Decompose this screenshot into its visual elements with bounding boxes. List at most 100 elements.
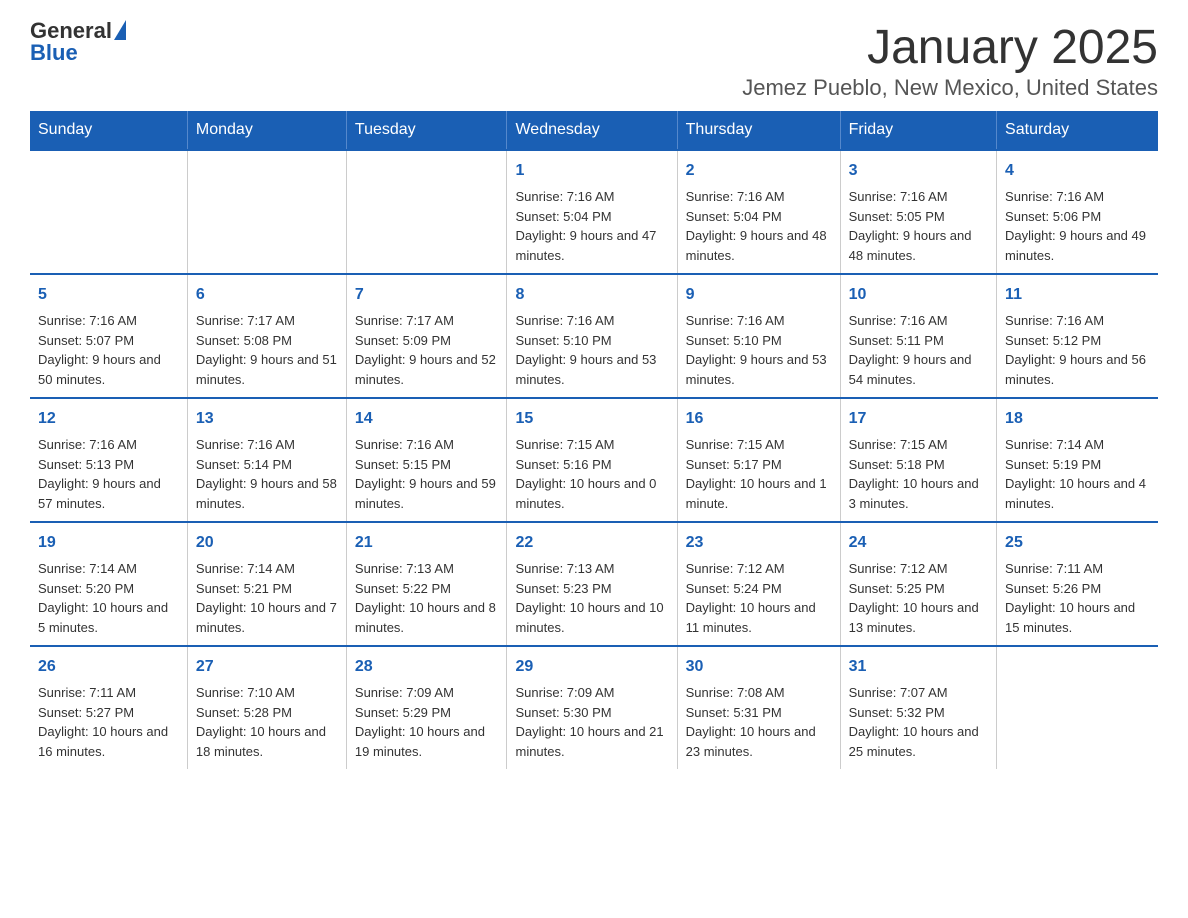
day-number: 10 (849, 283, 988, 307)
day-number: 5 (38, 283, 179, 307)
logo: General Blue (30, 20, 126, 64)
day-info: Sunrise: 7:12 AMSunset: 5:25 PMDaylight:… (849, 559, 988, 637)
calendar-table: SundayMondayTuesdayWednesdayThursdayFrid… (30, 111, 1158, 769)
day-number: 21 (355, 531, 499, 555)
day-number: 14 (355, 407, 499, 431)
day-of-week-header: Sunday (30, 111, 187, 150)
calendar-header-row: SundayMondayTuesdayWednesdayThursdayFrid… (30, 111, 1158, 150)
calendar-cell: 27 Sunrise: 7:10 AMSunset: 5:28 PMDayligh… (187, 646, 346, 769)
day-info: Sunrise: 7:13 AMSunset: 5:23 PMDaylight:… (515, 559, 668, 637)
calendar-cell: 1 Sunrise: 7:16 AMSunset: 5:04 PMDaylight… (507, 150, 677, 274)
day-number: 29 (515, 655, 668, 679)
day-info: Sunrise: 7:14 AMSunset: 5:19 PMDaylight:… (1005, 435, 1150, 513)
calendar-cell: 14 Sunrise: 7:16 AMSunset: 5:15 PMDayligh… (346, 398, 507, 522)
day-number: 30 (686, 655, 832, 679)
day-info: Sunrise: 7:16 AMSunset: 5:11 PMDaylight:… (849, 311, 988, 389)
calendar-cell: 16 Sunrise: 7:15 AMSunset: 5:17 PMDayligh… (677, 398, 840, 522)
day-number: 23 (686, 531, 832, 555)
calendar-cell: 23Sunrise: 7:12 AMSunset: 5:24 PMDayligh… (677, 522, 840, 646)
calendar-cell: 9Sunrise: 7:16 AMSunset: 5:10 PMDaylight… (677, 274, 840, 398)
day-info: Sunrise: 7:16 AMSunset: 5:04 PMDaylight:… (515, 187, 668, 265)
day-info: Sunrise: 7:09 AMSunset: 5:30 PMDaylight:… (515, 683, 668, 761)
day-number: 18 (1005, 407, 1150, 431)
calendar-cell: 28Sunrise: 7:09 AMSunset: 5:29 PMDayligh… (346, 646, 507, 769)
logo-blue-text: Blue (30, 40, 78, 65)
calendar-cell: 19 Sunrise: 7:14 AMSunset: 5:20 PMDayligh… (30, 522, 187, 646)
calendar-cell: 11 Sunrise: 7:16 AMSunset: 5:12 PMDayligh… (997, 274, 1158, 398)
calendar-week-row: 26 Sunrise: 7:11 AMSunset: 5:27 PMDayligh… (30, 646, 1158, 769)
day-info: Sunrise: 7:15 AMSunset: 5:18 PMDaylight:… (849, 435, 988, 513)
calendar-cell: 8Sunrise: 7:16 AMSunset: 5:10 PMDaylight… (507, 274, 677, 398)
logo-general-text: General (30, 20, 112, 42)
day-info: Sunrise: 7:07 AMSunset: 5:32 PMDaylight:… (849, 683, 988, 761)
day-number: 28 (355, 655, 499, 679)
calendar-cell (187, 150, 346, 274)
day-number: 11 (1005, 283, 1150, 307)
day-info: Sunrise: 7:16 AMSunset: 5:04 PMDaylight:… (686, 187, 832, 265)
day-number: 17 (849, 407, 988, 431)
title-area: January 2025 Jemez Pueblo, New Mexico, U… (742, 20, 1158, 101)
calendar-cell: 31 Sunrise: 7:07 AMSunset: 5:32 PMDayligh… (840, 646, 996, 769)
day-number: 6 (196, 283, 338, 307)
calendar-cell: 26 Sunrise: 7:11 AMSunset: 5:27 PMDayligh… (30, 646, 187, 769)
calendar-week-row: 19 Sunrise: 7:14 AMSunset: 5:20 PMDayligh… (30, 522, 1158, 646)
day-info: Sunrise: 7:16 AMSunset: 5:10 PMDaylight:… (686, 311, 832, 389)
calendar-cell: 4Sunrise: 7:16 AMSunset: 5:06 PMDaylight… (997, 150, 1158, 274)
calendar-cell: 21Sunrise: 7:13 AMSunset: 5:22 PMDayligh… (346, 522, 507, 646)
day-number: 27 (196, 655, 338, 679)
calendar-week-row: 1 Sunrise: 7:16 AMSunset: 5:04 PMDaylight… (30, 150, 1158, 274)
day-number: 13 (196, 407, 338, 431)
day-info: Sunrise: 7:16 AMSunset: 5:05 PMDaylight:… (849, 187, 988, 265)
day-info: Sunrise: 7:10 AMSunset: 5:28 PMDaylight:… (196, 683, 338, 761)
day-info: Sunrise: 7:15 AMSunset: 5:16 PMDaylight:… (515, 435, 668, 513)
day-number: 3 (849, 159, 988, 183)
logo-icon (112, 22, 126, 40)
calendar-cell: 22Sunrise: 7:13 AMSunset: 5:23 PMDayligh… (507, 522, 677, 646)
calendar-cell (30, 150, 187, 274)
calendar-cell (997, 646, 1158, 769)
day-info: Sunrise: 7:11 AMSunset: 5:27 PMDaylight:… (38, 683, 179, 761)
day-info: Sunrise: 7:16 AMSunset: 5:13 PMDaylight:… (38, 435, 179, 513)
day-info: Sunrise: 7:14 AMSunset: 5:20 PMDaylight:… (38, 559, 179, 637)
day-info: Sunrise: 7:16 AMSunset: 5:12 PMDaylight:… (1005, 311, 1150, 389)
day-info: Sunrise: 7:16 AMSunset: 5:06 PMDaylight:… (1005, 187, 1150, 265)
calendar-cell: 2 Sunrise: 7:16 AMSunset: 5:04 PMDaylight… (677, 150, 840, 274)
day-number: 7 (355, 283, 499, 307)
calendar-title: January 2025 (742, 20, 1158, 75)
day-info: Sunrise: 7:16 AMSunset: 5:07 PMDaylight:… (38, 311, 179, 389)
day-number: 26 (38, 655, 179, 679)
day-number: 20 (196, 531, 338, 555)
calendar-cell: 17 Sunrise: 7:15 AMSunset: 5:18 PMDayligh… (840, 398, 996, 522)
calendar-cell: 7 Sunrise: 7:17 AMSunset: 5:09 PMDaylight… (346, 274, 507, 398)
calendar-cell: 12 Sunrise: 7:16 AMSunset: 5:13 PMDayligh… (30, 398, 187, 522)
day-info: Sunrise: 7:15 AMSunset: 5:17 PMDaylight:… (686, 435, 832, 513)
day-number: 2 (686, 159, 832, 183)
day-of-week-header: Tuesday (346, 111, 507, 150)
calendar-cell: 24 Sunrise: 7:12 AMSunset: 5:25 PMDayligh… (840, 522, 996, 646)
calendar-cell: 13 Sunrise: 7:16 AMSunset: 5:14 PMDayligh… (187, 398, 346, 522)
page-header: General Blue January 2025 Jemez Pueblo, … (30, 20, 1158, 101)
day-number: 24 (849, 531, 988, 555)
day-number: 16 (686, 407, 832, 431)
day-of-week-header: Saturday (997, 111, 1158, 150)
calendar-cell: 20 Sunrise: 7:14 AMSunset: 5:21 PMDayligh… (187, 522, 346, 646)
calendar-subtitle: Jemez Pueblo, New Mexico, United States (742, 75, 1158, 101)
day-number: 19 (38, 531, 179, 555)
day-info: Sunrise: 7:16 AMSunset: 5:14 PMDaylight:… (196, 435, 338, 513)
day-info: Sunrise: 7:08 AMSunset: 5:31 PMDaylight:… (686, 683, 832, 761)
day-number: 31 (849, 655, 988, 679)
day-of-week-header: Friday (840, 111, 996, 150)
day-info: Sunrise: 7:16 AMSunset: 5:10 PMDaylight:… (515, 311, 668, 389)
calendar-cell: 29 Sunrise: 7:09 AMSunset: 5:30 PMDayligh… (507, 646, 677, 769)
day-info: Sunrise: 7:16 AMSunset: 5:15 PMDaylight:… (355, 435, 499, 513)
calendar-cell: 6Sunrise: 7:17 AMSunset: 5:08 PMDaylight… (187, 274, 346, 398)
day-number: 12 (38, 407, 179, 431)
calendar-cell: 30 Sunrise: 7:08 AMSunset: 5:31 PMDayligh… (677, 646, 840, 769)
day-info: Sunrise: 7:17 AMSunset: 5:09 PMDaylight:… (355, 311, 499, 389)
day-of-week-header: Wednesday (507, 111, 677, 150)
day-info: Sunrise: 7:14 AMSunset: 5:21 PMDaylight:… (196, 559, 338, 637)
day-of-week-header: Monday (187, 111, 346, 150)
calendar-cell: 18 Sunrise: 7:14 AMSunset: 5:19 PMDayligh… (997, 398, 1158, 522)
day-number: 1 (515, 159, 668, 183)
calendar-week-row: 12 Sunrise: 7:16 AMSunset: 5:13 PMDayligh… (30, 398, 1158, 522)
